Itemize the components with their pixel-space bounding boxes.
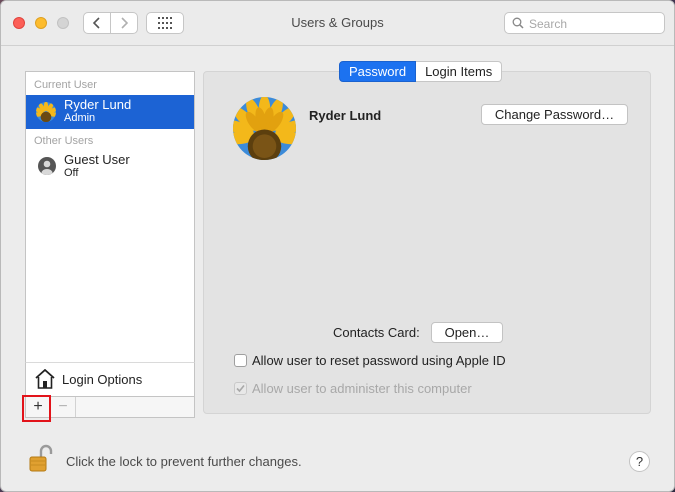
allow-reset-password-checkbox[interactable]	[234, 353, 247, 367]
users-groups-window: Users & Groups Current User	[0, 0, 675, 492]
tab-login-items[interactable]: Login Items	[416, 61, 503, 82]
lock-status-text: Click the lock to prevent further change…	[66, 454, 302, 469]
sunflower-avatar-icon	[36, 102, 56, 122]
search-icon	[512, 17, 524, 29]
user-name: Guest User	[64, 152, 130, 167]
add-button-highlight	[22, 395, 51, 422]
allow-reset-password-option[interactable]: Allow user to reset password using Apple…	[234, 352, 506, 368]
sunflower-avatar-icon	[233, 97, 296, 160]
user-row-ryder-lund[interactable]: Ryder Lund Admin	[26, 95, 194, 129]
allow-administer-checkbox	[234, 381, 247, 395]
lock-button[interactable]	[29, 444, 53, 475]
allow-administer-label: Allow user to administer this computer	[252, 380, 472, 396]
open-contacts-card-button[interactable]: Open…	[431, 322, 503, 343]
user-picture[interactable]	[233, 97, 296, 160]
user-role: Admin	[64, 112, 96, 124]
help-button[interactable]: ?	[629, 451, 650, 472]
search-input[interactable]	[527, 15, 663, 33]
unlocked-padlock-icon	[29, 444, 53, 472]
house-icon	[35, 369, 55, 389]
allow-administer-option: Allow user to administer this computer	[234, 380, 472, 396]
checkmark-icon	[236, 384, 245, 392]
search-field[interactable]	[504, 12, 665, 34]
contacts-card-label: Contacts Card:	[333, 325, 420, 340]
guest-user-icon	[38, 157, 56, 175]
user-full-name: Ryder Lund	[309, 108, 382, 123]
current-user-section-label: Current User	[34, 79, 97, 91]
change-password-button[interactable]: Change Password…	[481, 104, 628, 125]
tab-bar: Password Login Items	[339, 61, 503, 82]
user-row-guest-user[interactable]: Guest User Off	[26, 150, 194, 184]
title-bar: Users & Groups	[1, 1, 674, 46]
tab-password[interactable]: Password	[339, 61, 417, 82]
allow-reset-password-label: Allow user to reset password using Apple…	[252, 352, 506, 368]
remove-user-button[interactable]: −	[51, 397, 76, 417]
other-users-section-label: Other Users	[34, 135, 94, 147]
login-options-item[interactable]: Login Options	[25, 362, 195, 397]
user-role: Off	[64, 167, 79, 179]
user-list: Current User Ryder Lund Admin Other User…	[25, 71, 195, 363]
login-options-label: Login Options	[62, 372, 143, 387]
user-name: Ryder Lund	[64, 97, 132, 112]
